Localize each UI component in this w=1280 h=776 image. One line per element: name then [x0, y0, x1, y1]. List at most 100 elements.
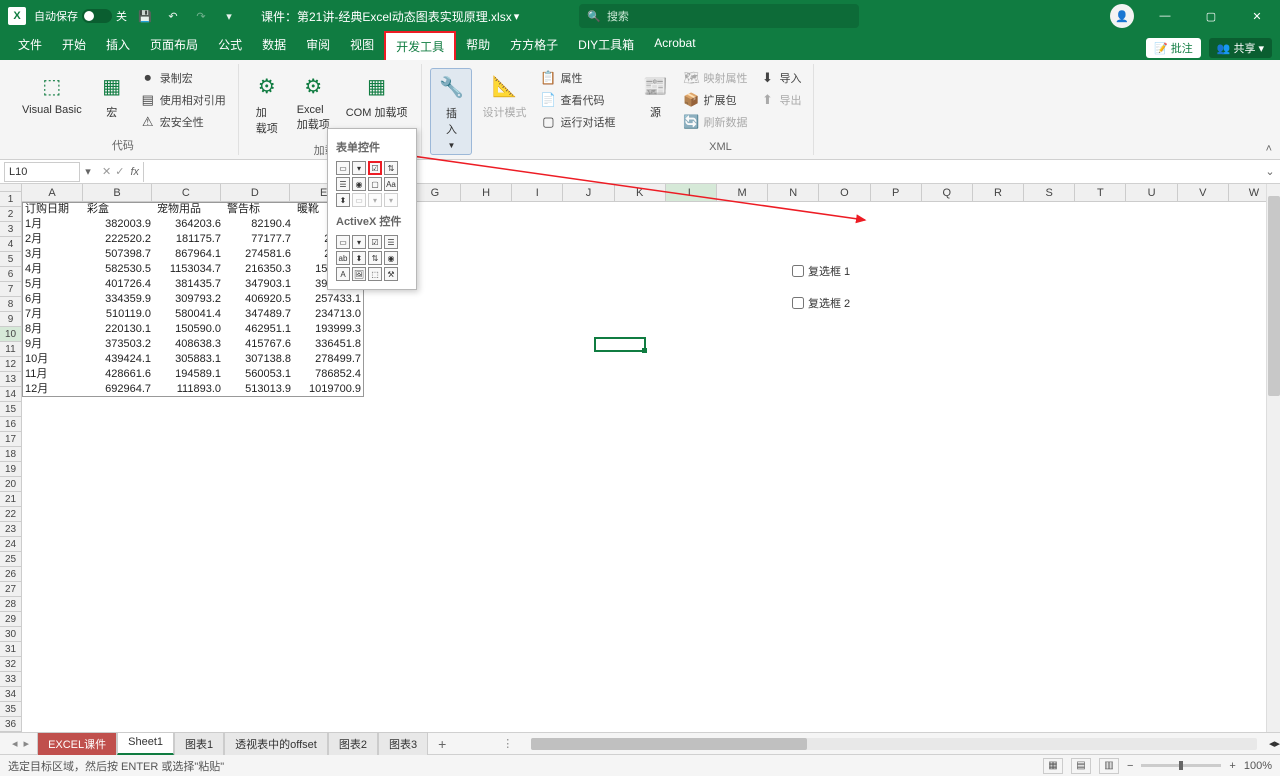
row-header-13[interactable]: 13 — [0, 372, 22, 387]
form-combo2-icon[interactable]: ▾ — [368, 193, 382, 207]
row-header-4[interactable]: 4 — [0, 237, 22, 252]
row-header-27[interactable]: 27 — [0, 582, 22, 597]
maximize-button[interactable]: ▢ — [1196, 6, 1226, 26]
minimize-button[interactable]: — — [1150, 6, 1180, 26]
close-button[interactable]: ✕ — [1242, 6, 1272, 26]
cell[interactable]: 1153034.7 — [154, 262, 224, 277]
form-textfield-icon[interactable]: ▭ — [352, 193, 366, 207]
row-header-16[interactable]: 16 — [0, 417, 22, 432]
row-header-14[interactable]: 14 — [0, 387, 22, 402]
ax-option-icon[interactable]: ◉ — [384, 251, 398, 265]
cell[interactable]: 560053.1 — [224, 367, 294, 382]
col-header-D[interactable]: D — [221, 184, 290, 202]
cell[interactable]: 507398.7 — [84, 247, 154, 262]
cell[interactable]: 1月 — [22, 217, 84, 232]
vertical-scrollbar[interactable] — [1266, 184, 1280, 732]
row-header-10[interactable]: 10 — [0, 327, 22, 342]
select-all-corner[interactable] — [0, 184, 22, 192]
page-break-button[interactable]: ▥ — [1099, 758, 1119, 774]
tab-5[interactable]: 数据 — [252, 31, 296, 60]
qat-more-icon[interactable]: ▾ — [221, 8, 237, 24]
enter-formula-icon[interactable]: ✓ — [115, 165, 124, 178]
add-sheet-button[interactable]: + — [428, 736, 456, 752]
form-combo3-icon[interactable]: ▾ — [384, 193, 398, 207]
sheet-next-icon[interactable]: ▸ — [24, 737, 30, 750]
cell[interactable]: 364203.6 — [154, 217, 224, 232]
cell[interactable]: 150590.0 — [154, 322, 224, 337]
form-checkbox-1[interactable]: 复选框 1 — [792, 263, 850, 279]
zoom-level[interactable]: 100% — [1244, 760, 1272, 772]
form-scrollbar-icon[interactable]: ⬍ — [336, 193, 350, 207]
cell[interactable]: 274581.6 — [224, 247, 294, 262]
sheet-tab-5[interactable]: 图表3 — [378, 732, 428, 755]
cell[interactable]: 6月 — [22, 292, 84, 307]
cell[interactable]: 222520.2 — [84, 232, 154, 247]
row-header-15[interactable]: 15 — [0, 402, 22, 417]
cell[interactable]: 257433.1 — [294, 292, 364, 307]
row-header-18[interactable]: 18 — [0, 447, 22, 462]
cell[interactable]: 692964.7 — [84, 382, 154, 397]
cell[interactable]: 111893.0 — [154, 382, 224, 397]
name-box[interactable]: L10 — [4, 162, 80, 182]
cell[interactable]: 334359.9 — [84, 292, 154, 307]
cell[interactable]: 278499.7 — [294, 352, 364, 367]
row-header-21[interactable]: 21 — [0, 492, 22, 507]
form-label-icon[interactable]: Aa — [384, 177, 398, 191]
row-header-2[interactable]: 2 — [0, 207, 22, 222]
ax-textbox-icon[interactable]: ab — [336, 251, 350, 265]
cell[interactable]: 11月 — [22, 367, 84, 382]
row-header-6[interactable]: 6 — [0, 267, 22, 282]
tab-3[interactable]: 页面布局 — [140, 31, 208, 60]
row-header-9[interactable]: 9 — [0, 312, 22, 327]
design-mode-button[interactable]: 📐设计模式 — [476, 68, 532, 124]
title-dropdown-icon[interactable]: ▾ — [514, 10, 520, 23]
xml-import-button[interactable]: ⬇导入 — [755, 68, 805, 88]
cell[interactable]: 9月 — [22, 337, 84, 352]
cell[interactable]: 347489.7 — [224, 307, 294, 322]
sheet-tab-3[interactable]: 透视表中的offset — [224, 732, 328, 755]
sheet-tab-0[interactable]: EXCEL课件 — [37, 732, 117, 755]
formula-bar-expand-icon[interactable]: ⌄ — [1260, 165, 1280, 178]
cell[interactable]: 12月 — [22, 382, 84, 397]
ax-spin-icon[interactable]: ⇅ — [368, 251, 382, 265]
form-combobox-icon[interactable]: ▾ — [352, 161, 366, 175]
row-header-30[interactable]: 30 — [0, 627, 22, 642]
cancel-formula-icon[interactable]: ✕ — [102, 165, 111, 178]
macros-button[interactable]: ▦宏 — [92, 68, 132, 124]
relative-ref-button[interactable]: ▤使用相对引用 — [136, 90, 230, 110]
col-header-Q[interactable]: Q — [922, 184, 973, 202]
row-header-20[interactable]: 20 — [0, 477, 22, 492]
ax-label-icon[interactable]: A — [336, 267, 350, 281]
cell-header[interactable]: 警告标 — [224, 202, 294, 217]
fx-icon[interactable]: fx — [130, 166, 139, 178]
cell[interactable]: 381435.7 — [154, 277, 224, 292]
row-header-33[interactable]: 33 — [0, 672, 22, 687]
row-header-3[interactable]: 3 — [0, 222, 22, 237]
cell[interactable]: 462951.1 — [224, 322, 294, 337]
ax-button-icon[interactable]: ▭ — [336, 235, 350, 249]
view-code-button[interactable]: 📄查看代码 — [536, 90, 619, 110]
properties-button[interactable]: 📋属性 — [536, 68, 619, 88]
cell[interactable]: 193999.3 — [294, 322, 364, 337]
row-header-12[interactable]: 12 — [0, 357, 22, 372]
cell[interactable]: 867964.1 — [154, 247, 224, 262]
cell[interactable]: 786852.4 — [294, 367, 364, 382]
cell-header[interactable]: 宠物用品 — [154, 202, 224, 217]
sheet-prev-icon[interactable]: ◂ — [12, 737, 18, 750]
tab-6[interactable]: 审阅 — [296, 31, 340, 60]
col-header-B[interactable]: B — [83, 184, 152, 202]
tab-split-icon[interactable]: ⋮ — [496, 737, 519, 750]
zoom-thumb[interactable] — [1179, 761, 1183, 770]
cell-area[interactable]: 复选框 1 复选框 2 订购日期彩盒宠物用品警告标暖靴1月382003.9364… — [22, 202, 1280, 732]
cell[interactable]: 307138.8 — [224, 352, 294, 367]
cell[interactable]: 336451.8 — [294, 337, 364, 352]
cell[interactable]: 439424.1 — [84, 352, 154, 367]
cell[interactable]: 347903.1 — [224, 277, 294, 292]
cell[interactable]: 77177.7 — [224, 232, 294, 247]
col-header-C[interactable]: C — [152, 184, 221, 202]
ax-combobox-icon[interactable]: ▾ — [352, 235, 366, 249]
row-header-7[interactable]: 7 — [0, 282, 22, 297]
zoom-in-button[interactable]: + — [1229, 760, 1235, 772]
redo-icon[interactable]: ↷ — [193, 8, 209, 24]
row-header-1[interactable]: 1 — [0, 192, 22, 207]
